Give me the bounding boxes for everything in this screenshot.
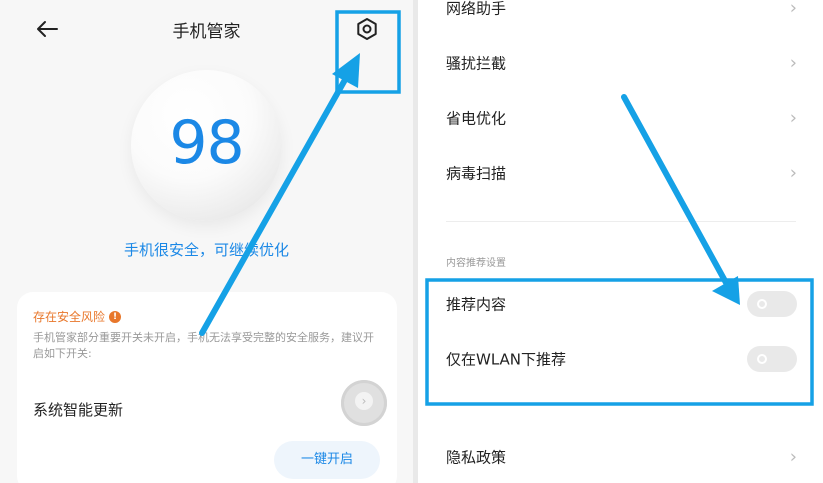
wlan-only-switch[interactable] <box>747 346 797 372</box>
risk-card: 存在安全风险 ! 手机管家部分重要开关未开启，手机无法享受完整的安全服务，建议开… <box>17 292 397 483</box>
chevron-right-icon: › <box>789 446 797 468</box>
security-status-text: 手机很安全，可继续优化 <box>123 241 289 259</box>
enable-all-button[interactable]: 一键开启 <box>274 441 380 479</box>
menu-item-privacy-policy[interactable]: 隐私政策 › <box>418 432 823 482</box>
chevron-right-icon: › <box>789 0 797 19</box>
menu-item-network-assistant[interactable]: 网络助手 › <box>418 0 823 33</box>
switch-knob <box>757 354 767 364</box>
security-score: 98 <box>169 108 244 178</box>
menu-item-harassment-block[interactable]: 骚扰拦截 › <box>418 38 823 88</box>
section-divider <box>446 221 796 222</box>
section-title-content-recommend: 内容推荐设置 <box>446 258 506 269</box>
settings-hexagon-icon <box>357 18 377 40</box>
menu-item-power-saving[interactable]: 省电优化 › <box>418 93 823 143</box>
system-update-label: 系统智能更新 <box>33 401 124 419</box>
settings-screen: 网络助手 › 骚扰拦截 › 省电优化 › 病毒扫描 › 内容推荐设置 推荐内容 … <box>418 0 823 483</box>
chevron-right-icon: › <box>789 52 797 74</box>
menu-item-label: 隐私政策 <box>446 448 507 467</box>
chevron-right-icon: › <box>355 392 373 410</box>
toggle-label: 推荐内容 <box>446 295 507 314</box>
menu-item-label: 省电优化 <box>446 109 507 128</box>
menu-item-virus-scan[interactable]: 病毒扫描 › <box>418 148 823 198</box>
recommend-content-switch[interactable] <box>747 291 797 317</box>
toggle-row-wlan-only: 仅在WLAN下推荐 <box>418 334 823 384</box>
menu-item-label: 骚扰拦截 <box>446 54 507 73</box>
chevron-right-icon: › <box>789 162 797 184</box>
switch-knob <box>757 299 767 309</box>
settings-button[interactable] <box>352 14 382 44</box>
system-update-toggle[interactable]: › <box>341 380 387 426</box>
chevron-right-icon: › <box>789 107 797 129</box>
risk-title-text: 存在安全风险 <box>33 310 106 324</box>
risk-description: 手机管家部分重要开关未开启，手机无法享受完整的安全服务，建议开启如下开关: <box>33 331 374 360</box>
menu-item-label: 病毒扫描 <box>446 164 507 183</box>
warning-icon: ! <box>109 310 122 323</box>
risk-title: 存在安全风险 ! <box>33 308 122 325</box>
toggle-row-recommend-content: 推荐内容 <box>418 279 823 329</box>
phone-manager-screen: 手机管家 98 手机很安全，可继续优化 存在安全风险 ! 手机管家部分重要开关未… <box>0 0 413 483</box>
toggle-label: 仅在WLAN下推荐 <box>446 350 567 369</box>
menu-item-label: 网络助手 <box>446 0 507 18</box>
